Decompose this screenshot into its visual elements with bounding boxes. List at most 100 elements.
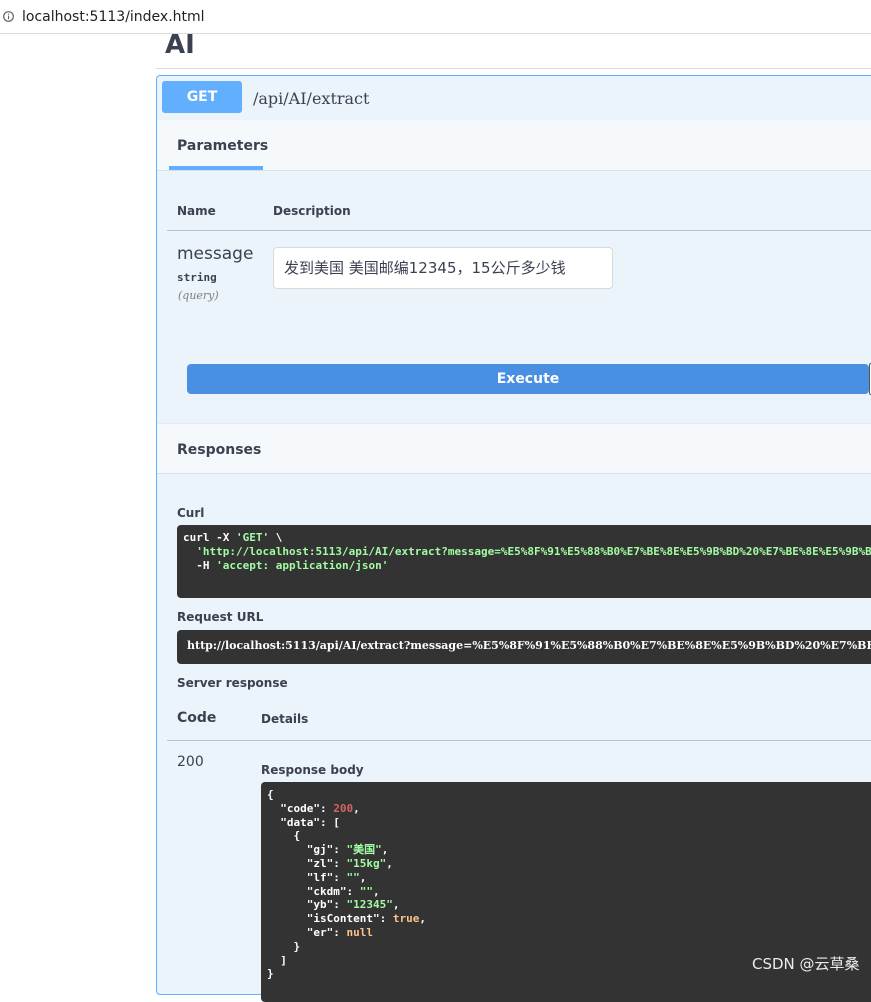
curl-line: -H 'accept: application/json' [183, 559, 871, 573]
json-line: } [267, 940, 871, 954]
responses-title: Responses [177, 442, 262, 458]
json-token: "er" [306, 925, 334, 939]
curl-text: -H [183, 559, 217, 572]
section-title[interactable]: AI [165, 30, 195, 60]
json-token: ] [267, 953, 287, 967]
curl-text: curl -X [183, 531, 236, 544]
json-token: "美国" [346, 843, 382, 857]
curl-string: 'accept: application/json' [216, 559, 389, 572]
json-line: "isContent": true, [267, 912, 871, 926]
json-token: "code" [280, 801, 320, 815]
json-token: "12345" [346, 898, 393, 912]
tab-parameters[interactable]: Parameters [177, 138, 268, 154]
curl-label: Curl [177, 506, 205, 520]
json-token: } [267, 967, 274, 981]
json-token: { [267, 788, 274, 801]
json-line: "gj": "美国", [267, 843, 871, 857]
json-token: , [419, 912, 426, 926]
parameters-divider [167, 230, 871, 231]
method-badge: GET [162, 81, 242, 113]
json-line: "data": [ [267, 816, 871, 830]
curl-string: 'http://localhost:5113/api/AI/extract?me… [196, 545, 871, 558]
parameters-header: Parameters [157, 120, 871, 171]
json-token: : [379, 912, 393, 926]
json-line: { [267, 788, 871, 802]
json-line: "zl": "15kg", [267, 857, 871, 871]
response-divider [167, 740, 871, 741]
operation-path: /api/AI/extract [253, 89, 370, 108]
curl-text: \ [269, 531, 283, 544]
json-token: : [333, 925, 347, 939]
json-line: "code": 200, [267, 802, 871, 816]
json-token: "15kg" [346, 856, 387, 870]
json-token: , [381, 843, 389, 857]
info-icon[interactable] [3, 11, 14, 22]
curl-command[interactable]: curl -X 'GET' \ 'http://localhost:5113/a… [177, 525, 871, 598]
json-token: "" [346, 870, 360, 884]
curl-string: 'GET' [235, 531, 270, 544]
json-token: , [386, 856, 393, 870]
request-url-label: Request URL [177, 610, 264, 624]
json-token: "zl" [306, 856, 334, 870]
json-token: , [353, 801, 360, 815]
json-token: true [392, 912, 420, 926]
server-response-label: Server response [177, 676, 288, 690]
curl-line: curl -X 'GET' \ [183, 531, 871, 545]
responses-header: Responses [157, 423, 871, 474]
json-token: : [333, 870, 347, 884]
json-token: , [373, 884, 380, 898]
response-body-label: Response body [261, 763, 364, 777]
watermark: CSDN @云草桑 [752, 955, 860, 973]
json-line: { [267, 829, 871, 843]
json-token: , [392, 898, 400, 912]
json-token: 200 [333, 801, 354, 815]
address-bar[interactable]: localhost:5113/index.html [0, 0, 871, 34]
json-token: null [346, 925, 374, 939]
message-input[interactable]: 发到美国 美国邮编12345，15公斤多少钱 [273, 247, 613, 289]
column-header-description: Description [273, 204, 351, 218]
json-token: "" [359, 884, 373, 898]
json-token: : [333, 843, 347, 857]
json-token: : [320, 801, 334, 815]
json-line: "yb": "12345", [267, 898, 871, 912]
json-token: "isContent" [306, 912, 380, 926]
json-line: "lf": "", [267, 871, 871, 885]
json-token: "data" [280, 815, 320, 829]
section-divider [156, 68, 871, 69]
json-line: "ckdm": "", [267, 885, 871, 899]
json-token: "gj" [306, 843, 334, 857]
json-token: { [267, 829, 301, 843]
operation-block: GET /api/AI/extract Parameters Name Desc… [156, 75, 871, 1002]
curl-line: 'http://localhost:5113/api/AI/extract?me… [183, 545, 871, 559]
json-token: : [346, 884, 360, 898]
column-header-details: Details [261, 712, 309, 726]
url-text[interactable]: localhost:5113/index.html [22, 9, 205, 25]
curl-text [183, 545, 196, 558]
json-token: : [333, 856, 347, 870]
column-header-code: Code [177, 710, 217, 726]
operation-summary[interactable]: GET /api/AI/extract [157, 76, 871, 121]
json-token: : [ [320, 815, 340, 829]
json-line: "er": null [267, 926, 871, 940]
tab-underline [169, 166, 263, 170]
param-type: string [177, 271, 217, 284]
json-token: "ckdm" [306, 884, 347, 898]
param-name: message [177, 244, 254, 264]
param-location: (query) [178, 289, 219, 302]
json-token: : [333, 898, 347, 912]
status-code: 200 [177, 754, 204, 770]
json-token: } [267, 939, 301, 953]
request-url[interactable]: http://localhost:5113/api/AI/extract?mes… [177, 630, 871, 664]
json-token: "lf" [306, 870, 334, 884]
json-token: , [359, 870, 367, 884]
execute-button[interactable]: Execute [187, 364, 869, 394]
